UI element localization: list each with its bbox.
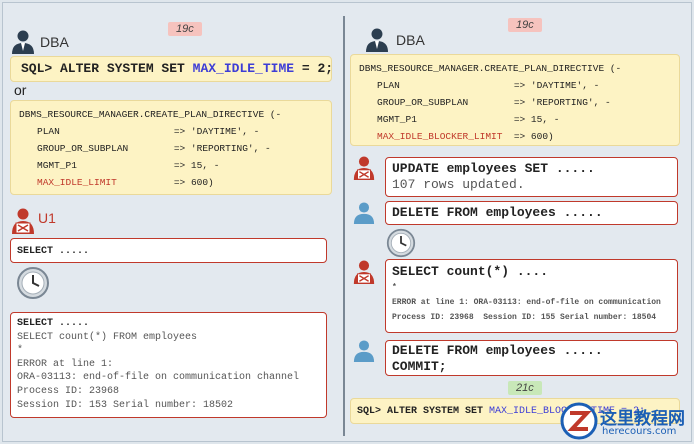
- output-line: ORA-03113: end-of-file on communication …: [17, 372, 300, 384]
- plan-line: DBMS_RESOURCE_MANAGER.CREATE_PLAN_DIRECT…: [19, 109, 282, 120]
- max-idle-blocker-limit-key: MAX_IDLE_BLOCKER_LIMIT: [377, 131, 503, 142]
- max-idle-limit-key: MAX_IDLE_LIMIT: [37, 177, 117, 188]
- waiting-user-icon-2: [353, 340, 375, 362]
- select-command: SELECT .....: [17, 246, 90, 257]
- select-error-box: SELECT count(*) .... * ERROR at line 1: OR…: [385, 259, 678, 333]
- output-line: *: [17, 345, 24, 357]
- clock-icon-right: [386, 228, 416, 258]
- output-line: SELECT .....: [17, 318, 90, 329]
- watermark-url: herecours.com: [602, 426, 677, 437]
- output-line: Process ID: 23968: [17, 385, 120, 397]
- plan-line: => 600): [116, 177, 214, 188]
- waiting-user-icon: [353, 202, 375, 224]
- plan-line: MGMT_P1 => 15, -: [37, 160, 220, 171]
- delete-command-box: DELETE FROM employees .....: [385, 201, 678, 225]
- plan-line: DBMS_RESOURCE_MANAGER.CREATE_PLAN_DIRECT…: [359, 63, 622, 74]
- select-line: Process ID: 23968 Session ID: 155 Serial…: [392, 313, 657, 322]
- output-line: SELECT count(*) FROM employees: [17, 331, 198, 343]
- clock-icon: [17, 267, 49, 299]
- version-badge-19c-right: 19c: [508, 18, 542, 32]
- update-line: UPDATE employees SET .....: [392, 161, 595, 176]
- plan-directive-left: DBMS_RESOURCE_MANAGER.CREATE_PLAN_DIRECT…: [10, 100, 332, 195]
- dba-label: DBA: [40, 34, 69, 50]
- select-line: *: [392, 283, 397, 292]
- plan-line: MGMT_P1 => 15, -: [377, 114, 560, 125]
- or-label: or: [14, 82, 27, 98]
- output-line: ERROR at line 1:: [17, 358, 114, 370]
- dba-user-icon: [12, 30, 34, 54]
- select-line: ERROR at line 1: ORA-03113: end-of-file …: [392, 298, 661, 307]
- u1-user-icon: [12, 208, 34, 234]
- plan-line: => 600): [502, 131, 554, 142]
- alter-system-command: SQL> ALTER SYSTEM SET MAX_IDLE_TIME = 2;: [10, 56, 332, 82]
- commit-line: COMMIT;: [392, 359, 447, 374]
- version-badge-21c: 21c: [508, 381, 542, 395]
- select-command-box: SELECT .....: [10, 238, 327, 263]
- alter-prefix-21c: SQL> ALTER SYSTEM SET: [357, 406, 490, 417]
- delete-commit-box: DELETE FROM employees ..... COMMIT;: [385, 340, 678, 376]
- plan-line: PLAN => 'DAYTIME', -: [377, 80, 600, 91]
- delete-line: DELETE FROM employees .....: [392, 343, 603, 358]
- version-badge-19c: 19c: [168, 22, 202, 36]
- column-divider: [343, 16, 345, 436]
- plan-line: GROUP_OR_SUBPLAN => 'REPORTING', -: [37, 143, 271, 154]
- alter-suffix: = 2;: [294, 61, 332, 76]
- output-line: Session ID: 153 Serial number: 18502: [17, 399, 234, 411]
- update-result: 107 rows updated.: [392, 177, 525, 192]
- plan-directive-right: DBMS_RESOURCE_MANAGER.CREATE_PLAN_DIRECT…: [350, 54, 680, 146]
- error-output-left: SELECT ..... SELECT count(*) FROM employe…: [10, 312, 327, 418]
- update-command-box: UPDATE employees SET ..... 107 rows updat…: [385, 157, 678, 197]
- plan-line: PLAN => 'DAYTIME', -: [37, 126, 260, 137]
- watermark: 这里教程网 herecours.com: [554, 400, 694, 444]
- dba-user-icon-right: [366, 28, 388, 52]
- delete-line: DELETE FROM employees .....: [392, 205, 603, 220]
- u1-label: U1: [38, 210, 56, 226]
- dba-label-right: DBA: [396, 32, 425, 48]
- watermark-logo-icon: [560, 402, 598, 440]
- plan-line: GROUP_OR_SUBPLAN => 'REPORTING', -: [377, 97, 611, 108]
- alter-prefix: SQL> ALTER SYSTEM SET: [21, 61, 193, 76]
- alter-param: MAX_IDLE_TIME: [192, 61, 295, 76]
- blocker-user-icon: [353, 156, 375, 180]
- select-line: SELECT count(*) ....: [392, 264, 549, 279]
- blocker-user-icon-2: [353, 260, 375, 284]
